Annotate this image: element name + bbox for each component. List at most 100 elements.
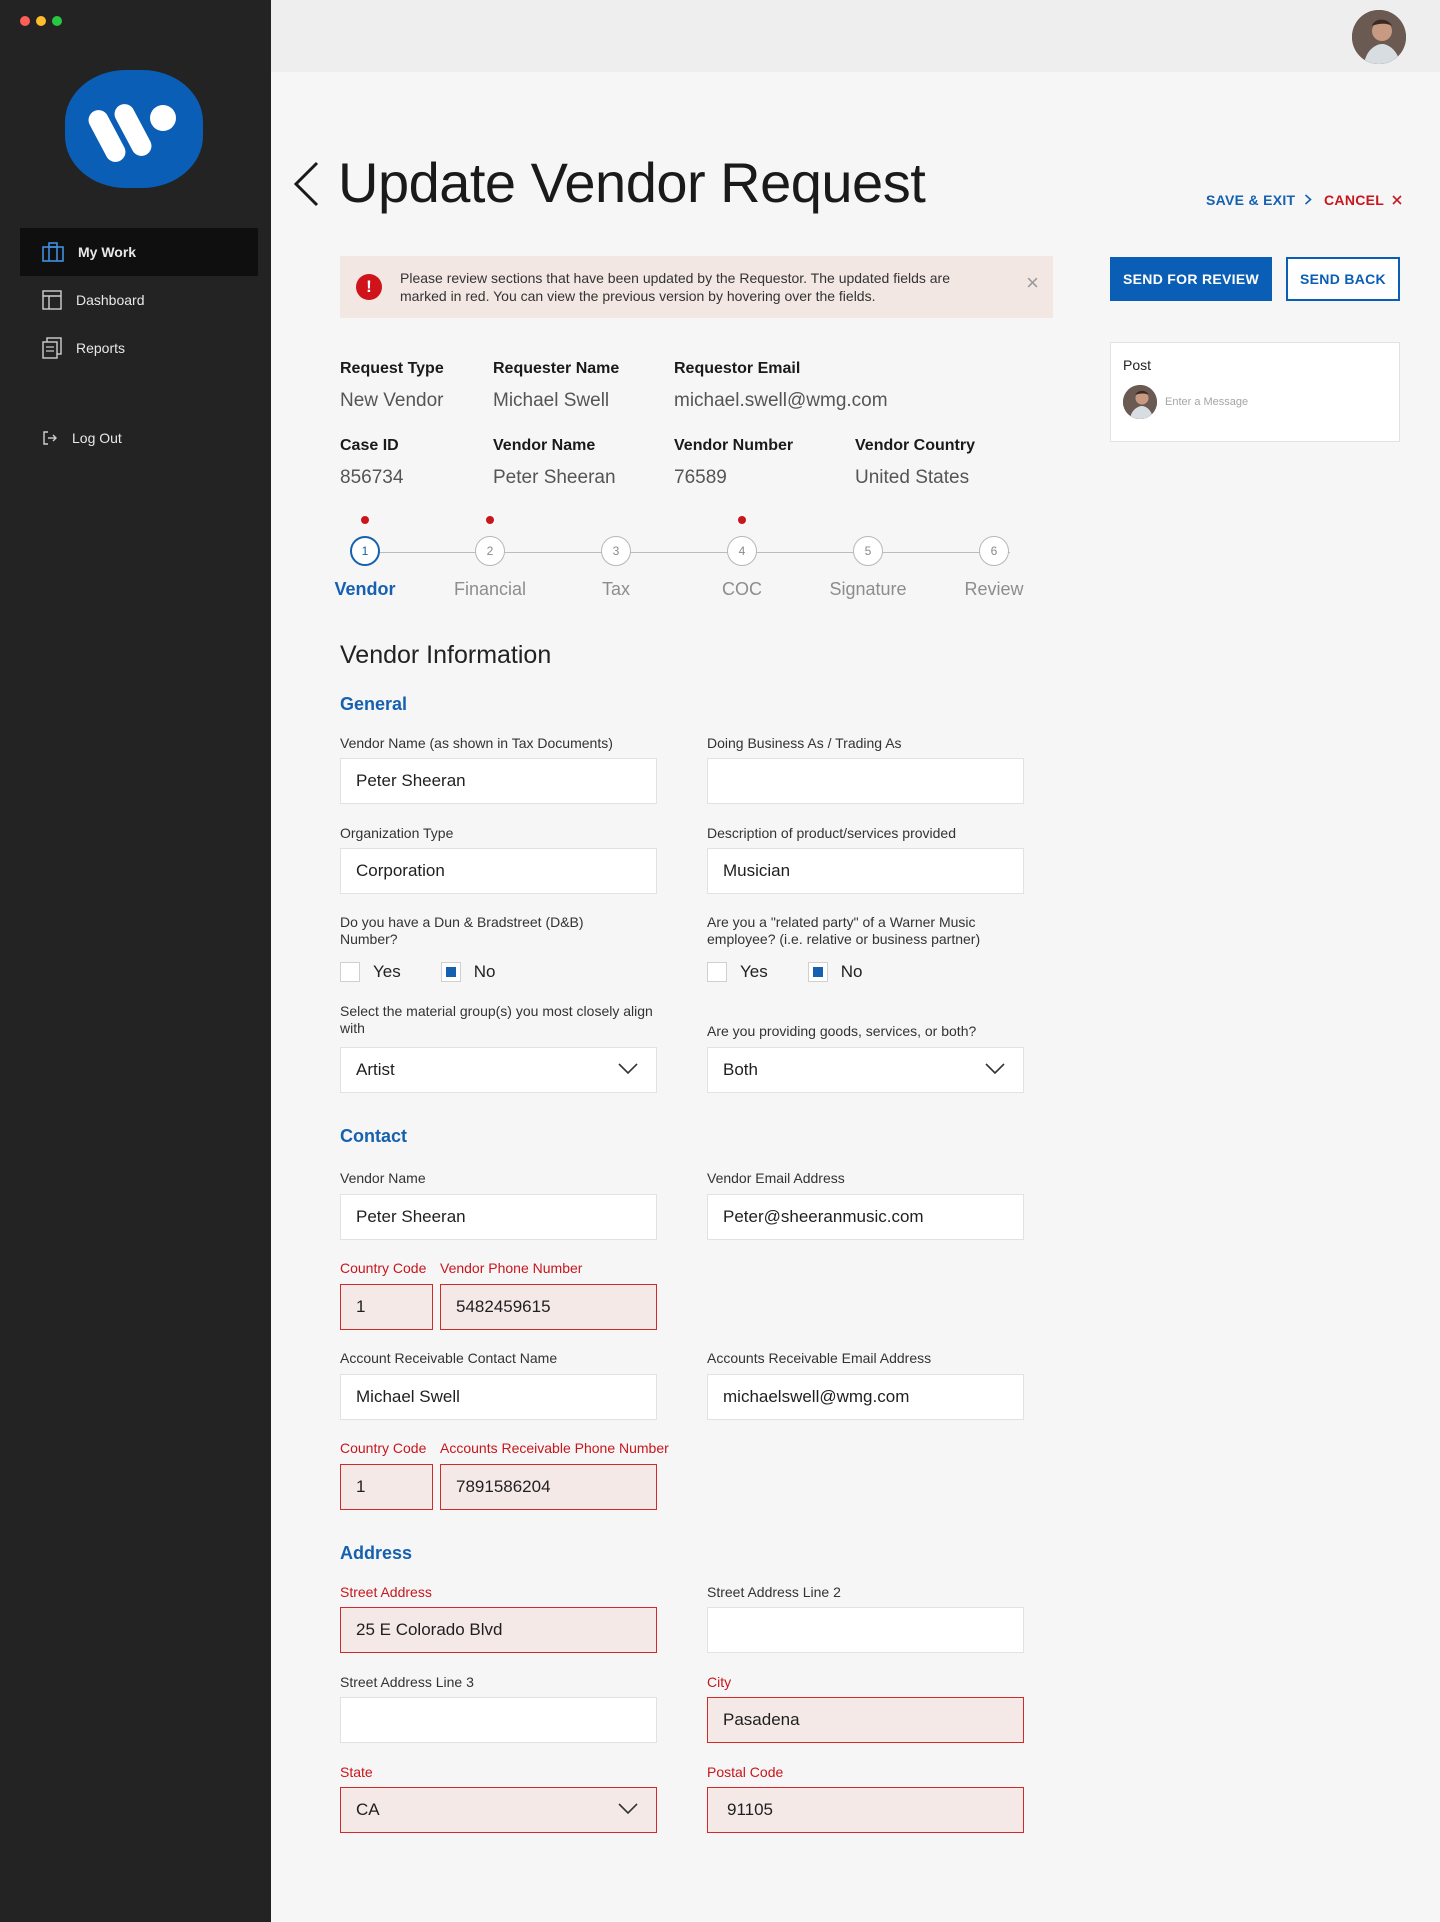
related-party-yes-label: Yes: [740, 962, 768, 981]
brand-logo[interactable]: [65, 70, 203, 188]
ar-email-input[interactable]: [708, 1375, 1023, 1419]
material-group-select[interactable]: Artist: [340, 1047, 657, 1093]
postal-code-input[interactable]: [708, 1788, 1023, 1832]
close-window-dot[interactable]: [20, 16, 30, 26]
state-value: CA: [356, 1800, 380, 1819]
summary-requester-name: Requester Name Michael Swell: [493, 360, 619, 412]
chevron-down-icon: [618, 1803, 638, 1815]
city-input[interactable]: [708, 1698, 1023, 1742]
step-number: 5: [853, 536, 883, 566]
org-type-field[interactable]: [340, 848, 657, 894]
reports-icon: [42, 337, 62, 359]
step-label: Signature: [829, 579, 907, 599]
sidebar-item-dashboard[interactable]: Dashboard: [20, 276, 258, 324]
street-address-3-field[interactable]: [340, 1697, 657, 1743]
dnb-label: Do you have a Dun & Bradstreet (D&B) Num…: [340, 914, 584, 947]
ar-phone-field[interactable]: [440, 1464, 657, 1510]
update-alert: ! Please review sections that have been …: [340, 256, 1053, 318]
sidebar: My Work Dashboard Reports Log Out: [0, 0, 271, 1922]
dnb-yes-label: Yes: [373, 962, 401, 981]
country-code-field[interactable]: [340, 1284, 433, 1330]
step-review[interactable]: 6 Review: [939, 510, 1049, 600]
close-icon: [1392, 195, 1402, 205]
street-address-2-input[interactable]: [708, 1608, 1023, 1652]
logout-label: Log Out: [72, 430, 122, 446]
description-input[interactable]: [708, 849, 1023, 893]
address-heading: Address: [340, 1543, 413, 1563]
street-address-input[interactable]: [341, 1608, 656, 1652]
summary-value: 76589: [674, 467, 727, 488]
dba-field[interactable]: [707, 758, 1024, 804]
step-coc[interactable]: 4 COC: [687, 510, 797, 600]
maximize-window-dot[interactable]: [52, 16, 62, 26]
street-address-field[interactable]: [340, 1607, 657, 1653]
ar-contact-name-field[interactable]: [340, 1374, 657, 1420]
step-number: 3: [601, 536, 631, 566]
vendor-email-field[interactable]: [707, 1194, 1024, 1240]
vendor-phone-input[interactable]: [441, 1285, 656, 1329]
dba-label: Doing Business As / Trading As: [707, 735, 902, 751]
alert-text: Please review sections that have been up…: [400, 270, 950, 304]
sidebar-item-label: My Work: [78, 244, 137, 260]
step-vendor[interactable]: 1 Vendor: [310, 510, 420, 600]
city-field[interactable]: [707, 1697, 1024, 1743]
contact-vendor-name-input[interactable]: [341, 1195, 656, 1239]
dnb-yes-checkbox[interactable]: [340, 962, 360, 982]
step-label: Tax: [601, 579, 630, 599]
general-heading: General: [340, 694, 408, 714]
step-financial[interactable]: 2 Financial: [435, 510, 545, 600]
summary-request-type: Request Type New Vendor: [340, 360, 444, 412]
send-back-button[interactable]: SEND BACK: [1286, 257, 1400, 301]
ar-contact-name-input[interactable]: [341, 1375, 656, 1419]
summary-label: Vendor Number: [674, 437, 794, 454]
post-message-input[interactable]: [1165, 391, 1385, 413]
vendor-phone-field[interactable]: [440, 1284, 657, 1330]
ar-phone-input[interactable]: [441, 1465, 656, 1509]
ar-country-code-field[interactable]: [340, 1464, 433, 1510]
alert-close-icon[interactable]: ×: [1026, 272, 1039, 294]
step-signature[interactable]: 5 Signature: [813, 510, 923, 600]
postal-code-field[interactable]: [707, 1787, 1024, 1833]
back-button[interactable]: [292, 160, 320, 213]
material-group-label: Select the material group(s) you most cl…: [340, 1003, 653, 1036]
dba-input[interactable]: [708, 759, 1023, 803]
org-type-input[interactable]: [341, 849, 656, 893]
summary-label: Vendor Name: [493, 437, 596, 454]
summary-label: Vendor Country: [855, 437, 976, 454]
vendor-email-input[interactable]: [708, 1195, 1023, 1239]
updated-indicator: [361, 516, 369, 524]
street-address-3-input[interactable]: [341, 1698, 656, 1742]
step-number: 4: [727, 536, 757, 566]
dnb-no-checkbox[interactable]: [440, 962, 461, 982]
post-avatar: [1123, 385, 1157, 419]
minimize-window-dot[interactable]: [36, 16, 46, 26]
cancel-button[interactable]: CANCEL: [1324, 192, 1402, 208]
sidebar-item-my-work[interactable]: My Work: [20, 228, 258, 276]
related-party-no-checkbox[interactable]: [807, 962, 828, 982]
street-address-2-field[interactable]: [707, 1607, 1024, 1653]
vendor-name-input[interactable]: [341, 759, 656, 803]
description-field[interactable]: [707, 848, 1024, 894]
country-code-input[interactable]: [341, 1285, 432, 1329]
contact-vendor-name-label: Vendor Name: [340, 1170, 426, 1186]
state-select[interactable]: CA: [340, 1787, 657, 1833]
save-exit-label: SAVE & EXIT: [1206, 192, 1296, 208]
logout-button[interactable]: Log Out: [20, 414, 258, 462]
vendor-name-field[interactable]: [340, 758, 657, 804]
goods-services-select[interactable]: Both: [707, 1047, 1024, 1093]
step-number: 2: [475, 536, 505, 566]
dashboard-icon: [42, 290, 62, 310]
save-exit-button[interactable]: SAVE & EXIT: [1206, 192, 1312, 208]
user-avatar[interactable]: [1352, 10, 1406, 64]
ar-country-code-input[interactable]: [341, 1465, 432, 1509]
related-party-options: Yes No: [707, 962, 902, 982]
summary-requestor-email: Requestor Email michael.swell@wmg.com: [674, 360, 888, 412]
step-tax[interactable]: 3 Tax: [561, 510, 671, 600]
contact-vendor-name-field[interactable]: [340, 1194, 657, 1240]
related-party-yes-checkbox[interactable]: [707, 962, 727, 982]
sidebar-item-label: Dashboard: [76, 292, 145, 308]
send-for-review-button[interactable]: SEND FOR REVIEW: [1110, 257, 1272, 301]
sidebar-item-reports[interactable]: Reports: [20, 324, 258, 372]
ar-email-field[interactable]: [707, 1374, 1024, 1420]
top-bar: [271, 0, 1440, 72]
